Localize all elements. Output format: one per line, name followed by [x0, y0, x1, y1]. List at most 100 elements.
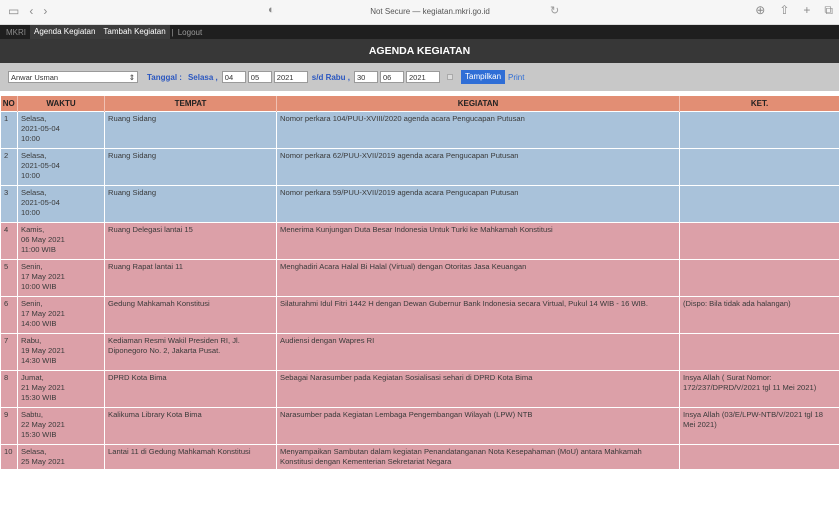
cell-waktu-line: 10:00 WIB	[21, 281, 57, 291]
header-ket: KET.	[679, 96, 839, 111]
table-row: 10 Selasa, 25 May 2021 Lantai 11 di Gedung …	[0, 443, 839, 470]
person-select-value: Anwar Usman	[11, 72, 59, 82]
cell-waktu-line: Selasa,	[21, 150, 47, 160]
cell-waktu-line: Sabtu,	[21, 409, 43, 419]
cell-no: 7	[0, 332, 18, 371]
cell-kegiatan: Menyampaikan Sambutan dalam kegiatan Pen…	[276, 443, 680, 470]
cell-waktu-line: 06 May 2021	[21, 234, 65, 244]
cell-tempat: Lantai 11 di Gedung Mahkamah Konstitusi	[104, 443, 277, 470]
start-year-select[interactable]: 2021	[273, 71, 308, 83]
cell-kegiatan: Menghadiri Acara Halal Bi Halal (Virtual…	[276, 258, 680, 297]
start-day-select[interactable]: 04	[221, 71, 246, 83]
cell-waktu-line: Senin,	[21, 298, 43, 308]
nav-tambah-kegiatan[interactable]: Tambah Kegiatan	[99, 25, 170, 39]
new-tab-icon[interactable]: +	[803, 3, 810, 18]
page-title: AGENDA KEGIATAN	[0, 39, 839, 63]
cell-kegiatan: Audiensi dengan Wapres RI	[276, 332, 680, 371]
cell-waktu: Rabu, 19 May 2021 14:30 WIB	[17, 332, 105, 371]
cell-waktu: Selasa, 2021-05-04 10:00	[17, 147, 105, 186]
agenda-table: NO WAKTU TEMPAT KEGIATAN KET. 1 Selasa, 20…	[0, 96, 839, 470]
top-navigation: MKRI Agenda Kegiatan Tambah Kegiatan | L…	[0, 25, 839, 39]
cell-kegiatan: Narasumber pada Kegiatan Lembaga Pengemb…	[276, 406, 680, 445]
back-icon[interactable]: ‹	[29, 4, 33, 18]
cell-waktu-line: 19 May 2021	[21, 345, 65, 355]
cell-kegiatan: Nomor perkara 59/PUU-XVII/2019 agenda ac…	[276, 184, 680, 223]
header-waktu: WAKTU	[17, 96, 105, 111]
cell-kegiatan: Silaturahmi Idul Fitri 1442 H dengan Dew…	[276, 295, 680, 334]
end-year-select[interactable]: 2021	[406, 71, 441, 83]
cell-waktu: Selasa, 2021-05-04 10:00	[17, 184, 105, 223]
cell-waktu-line: 14:30 WIB	[21, 355, 57, 365]
shield-icon: ◐	[268, 4, 275, 16]
filter-bar: Anwar Usman ⇕ Tanggal : Selasa , 04 05 20…	[0, 63, 839, 91]
nav-agenda-kegiatan[interactable]: Agenda Kegiatan	[30, 25, 100, 39]
cell-waktu-line: Selasa,	[21, 113, 47, 123]
person-select[interactable]: Anwar Usman ⇕	[8, 71, 138, 83]
sidebar-toggle-icon[interactable]: ▭	[8, 4, 19, 18]
print-link[interactable]: Print	[508, 73, 524, 82]
share-icon[interactable]: ⇧	[779, 3, 789, 18]
table-row: 8 Jumat, 21 May 2021 15:30 WIB DPRD Kota Bim…	[0, 369, 839, 408]
show-button[interactable]: Tampilkan	[461, 70, 506, 84]
tabs-icon[interactable]: ⧉	[824, 3, 833, 18]
cell-waktu-line: 17 May 2021	[21, 308, 65, 318]
table-row: 5 Senin, 17 May 2021 10:00 WIB Ruang Rapat l…	[0, 258, 839, 297]
cell-ket: (Dispo: Bila tidak ada halangan)	[679, 295, 839, 334]
reload-icon[interactable]: ↻	[550, 4, 559, 17]
cell-tempat: Ruang Delegasi lantai 15	[104, 221, 277, 260]
cell-no: 1	[0, 110, 18, 149]
end-day-select[interactable]: 30	[354, 71, 379, 83]
address-bar[interactable]: Not Secure — kegiatan.mkri.go.id	[300, 3, 560, 21]
table-row: 1 Selasa, 2021-05-04 10:00 Ruang Sidang Nomor…	[0, 110, 839, 149]
cell-waktu-line: 11:00 WIB	[21, 244, 56, 254]
cell-kegiatan: Menerima Kunjungan Duta Besar Indonesia …	[276, 221, 680, 260]
cell-ket	[679, 147, 839, 186]
cell-ket	[679, 332, 839, 371]
calendar-icon	[447, 74, 454, 80]
cell-waktu: Senin, 17 May 2021 14:00 WIB	[17, 295, 105, 334]
table-row: 2 Selasa, 2021-05-04 10:00 Ruang Sidang Nomor…	[0, 147, 839, 186]
cell-waktu: Selasa, 25 May 2021	[17, 443, 105, 470]
cell-ket: Insya Allah ( Surat Nomor: 172/237/DPRD/…	[679, 369, 839, 408]
cell-waktu: Kamis, 06 May 2021 11:00 WIB	[17, 221, 105, 260]
cell-waktu-line: Kamis,	[21, 224, 45, 234]
download-icon[interactable]: ⊕	[755, 3, 765, 18]
cell-no: 8	[0, 369, 18, 408]
cell-kegiatan: Nomor perkara 62/PUU-XVII/2019 agenda ac…	[276, 147, 680, 186]
cell-tempat: Kediaman Resmi Wakil Presiden RI, Jl. Di…	[104, 332, 277, 371]
cell-waktu-line: 25 May 2021	[21, 456, 65, 466]
cell-waktu-line: 17 May 2021	[21, 271, 65, 281]
agenda-table-body: 1 Selasa, 2021-05-04 10:00 Ruang Sidang Nomor…	[0, 110, 839, 470]
cell-waktu-line: 10:00	[21, 170, 41, 180]
end-month-select[interactable]: 06	[380, 71, 405, 83]
cell-waktu-line: 21 May 2021	[21, 382, 65, 392]
forward-icon[interactable]: ›	[43, 4, 47, 18]
nav-logout[interactable]: Logout	[176, 28, 204, 37]
cell-no: 10	[0, 443, 18, 470]
cell-tempat: Kalikuma Library Kota Bima	[104, 406, 277, 445]
cell-no: 3	[0, 184, 18, 223]
cell-no: 5	[0, 258, 18, 297]
table-row: 6 Senin, 17 May 2021 14:00 WIB Gedung Mahkam…	[0, 295, 839, 334]
brand-label: MKRI	[6, 27, 26, 37]
header-kegiatan: KEGIATAN	[276, 96, 680, 111]
cell-waktu-line: 10:00	[21, 207, 41, 217]
cell-tempat: Gedung Mahkamah Konstitusi	[104, 295, 277, 334]
cell-waktu-line: Jumat,	[21, 372, 44, 382]
cell-waktu: Selasa, 2021-05-04 10:00	[17, 110, 105, 149]
start-month-select[interactable]: 05	[247, 71, 272, 83]
cell-ket	[679, 184, 839, 223]
cell-waktu-line: Selasa,	[21, 446, 47, 456]
cell-ket	[679, 221, 839, 260]
cell-waktu-line: 22 May 2021	[21, 419, 65, 429]
until-label: s/d Rabu ,	[311, 72, 351, 82]
cell-ket	[679, 258, 839, 297]
cell-waktu-line: 10:00	[21, 133, 41, 143]
cell-tempat: Ruang Rapat lantai 11	[104, 258, 277, 297]
cell-ket: Insya Allah (03/E/LPW-NTB/V/2021 tgl 18 …	[679, 406, 839, 445]
cell-waktu: Sabtu, 22 May 2021 15:30 WIB	[17, 406, 105, 445]
table-row: 4 Kamis, 06 May 2021 11:00 WIB Ruang Delegas…	[0, 221, 839, 260]
cell-tempat: DPRD Kota Bima	[104, 369, 277, 408]
table-row: 3 Selasa, 2021-05-04 10:00 Ruang Sidang Nomor…	[0, 184, 839, 223]
cell-waktu-line: 15:30 WIB	[21, 429, 57, 439]
